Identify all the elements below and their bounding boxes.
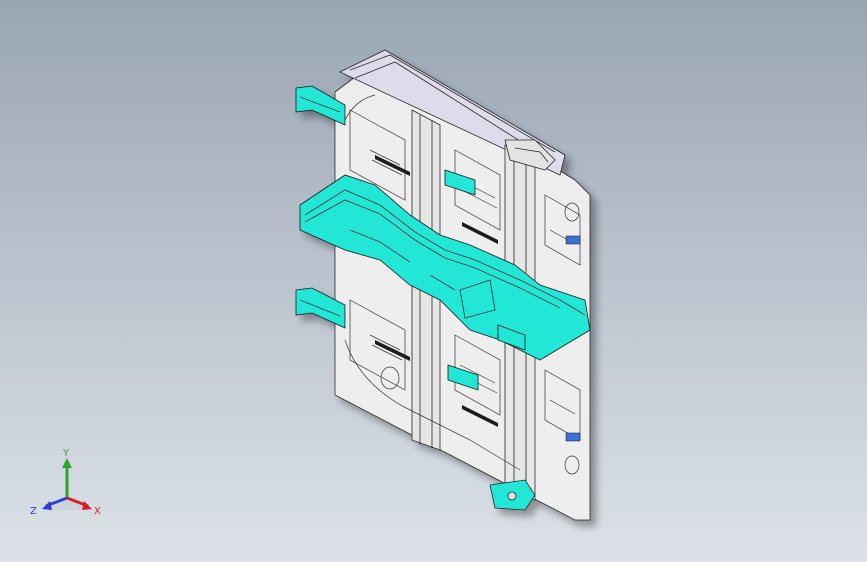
y-axis-arrowhead <box>62 458 72 468</box>
x-axis-label: X <box>94 506 101 517</box>
cad-3d-viewport[interactable]: Y X Z <box>0 0 867 562</box>
z-axis-arrowhead <box>42 501 52 510</box>
orientation-triad[interactable]: Y X Z <box>22 448 112 528</box>
x-axis-arrowhead <box>82 501 92 510</box>
sheet-metal-assembly-model[interactable] <box>0 0 867 562</box>
y-axis-label: Y <box>62 448 70 459</box>
z-axis-label: Z <box>30 506 37 517</box>
